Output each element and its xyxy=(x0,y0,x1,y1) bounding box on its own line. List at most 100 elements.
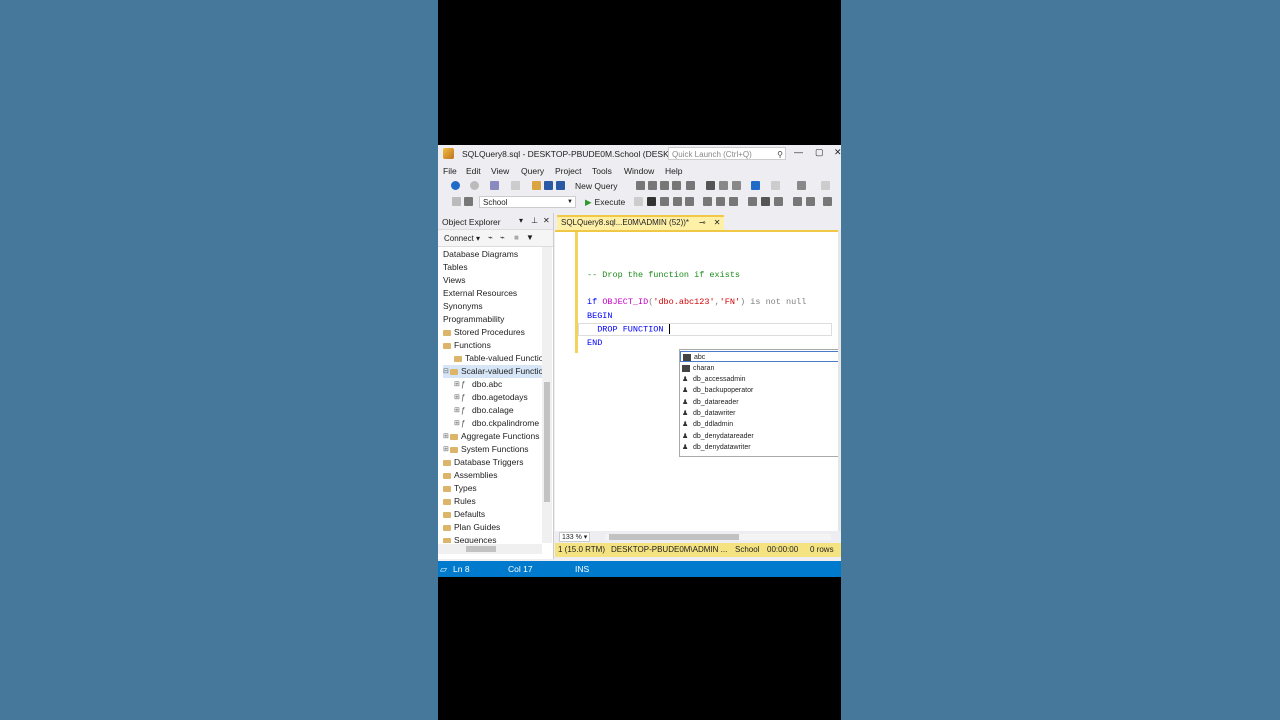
menu-edit[interactable]: Edit xyxy=(466,166,481,176)
intellisense-icon[interactable] xyxy=(685,197,694,206)
menu-tools[interactable]: Tools xyxy=(592,166,612,176)
save-all-icon[interactable] xyxy=(556,181,565,190)
toolbar-options-icon[interactable] xyxy=(821,181,830,190)
completion-item[interactable]: ♟ db_datawriter xyxy=(680,408,841,419)
tab-close-icon[interactable]: ✕ xyxy=(714,218,721,227)
parse-icon[interactable] xyxy=(647,197,656,206)
uncomment-icon[interactable] xyxy=(806,197,815,206)
disconnect-icon[interactable]: ⌁ xyxy=(500,233,505,242)
dax-query-icon[interactable] xyxy=(686,181,695,190)
stop-icon[interactable]: ■ xyxy=(514,233,519,242)
mdx-query-icon[interactable] xyxy=(648,181,657,190)
editor-vscrollbar[interactable] xyxy=(838,230,841,531)
menu-help[interactable]: Help xyxy=(665,166,682,176)
object-explorer-vscrollbar[interactable] xyxy=(542,247,552,543)
zoom-select[interactable]: 133 % ▾ xyxy=(559,532,591,542)
menu-window[interactable]: Window xyxy=(624,166,654,176)
connect-icon[interactable]: ⌁ xyxy=(488,233,493,242)
back-icon[interactable] xyxy=(451,181,460,190)
tree-node[interactable]: Database Diagrams xyxy=(443,248,518,261)
completion-item[interactable]: abc xyxy=(680,351,841,362)
collapse-icon[interactable]: ⊟ xyxy=(443,365,450,378)
tree-node-stored-procedures[interactable]: Stored Procedures xyxy=(443,326,525,339)
panel-dropdown-icon[interactable]: ▾ xyxy=(519,216,523,225)
tree-node-aggregate[interactable]: ⊞ Aggregate Functions xyxy=(443,430,539,443)
tree-node[interactable]: Defaults xyxy=(443,508,485,521)
tree-node[interactable]: Programmability xyxy=(443,313,504,326)
tree-node-functions[interactable]: Functions xyxy=(443,339,491,352)
editor-hscrollbar[interactable] xyxy=(605,534,831,540)
tree-node[interactable]: Sequences xyxy=(443,534,497,543)
live-stats-icon[interactable] xyxy=(716,197,725,206)
completion-item[interactable]: ♟ db_backupoperator xyxy=(680,385,841,396)
quick-launch-input[interactable]: Quick Launch (Ctrl+Q) ⚲ xyxy=(668,147,786,160)
tree-node[interactable]: External Resources xyxy=(443,287,517,300)
tree-node-scalar-valued[interactable]: ⊟ Scalar-valued Functio xyxy=(443,365,542,378)
tab-pin-icon[interactable]: ⊸ xyxy=(699,218,706,227)
expand-icon[interactable]: ⊞ xyxy=(454,391,461,404)
tree-node[interactable]: Tables xyxy=(443,261,468,274)
query-options-icon[interactable] xyxy=(673,197,682,206)
expand-icon[interactable]: ⊞ xyxy=(454,404,461,417)
include-plan-icon[interactable] xyxy=(703,197,712,206)
open-file-icon[interactable] xyxy=(532,181,541,190)
expand-icon[interactable]: ⊞ xyxy=(443,430,450,443)
panel-close-icon[interactable]: ✕ xyxy=(543,216,550,225)
add-item-icon[interactable] xyxy=(511,181,520,190)
cancel-query-icon[interactable] xyxy=(634,197,643,206)
tree-node-function[interactable]: ⊞ƒ dbo.agetodays xyxy=(454,391,528,404)
xmla-query-icon[interactable] xyxy=(672,181,681,190)
undo-icon[interactable] xyxy=(751,181,760,190)
forward-icon[interactable] xyxy=(470,181,479,190)
results-to-file-icon[interactable] xyxy=(774,197,783,206)
tree-node-system-functions[interactable]: ⊞ System Functions xyxy=(443,443,529,456)
scroll-thumb[interactable] xyxy=(544,382,550,502)
execute-button[interactable]: ▶ Execute xyxy=(585,197,625,208)
cut-icon[interactable] xyxy=(706,181,715,190)
maximize-button[interactable]: ▢ xyxy=(815,147,824,158)
menu-file[interactable]: File xyxy=(443,166,457,176)
scroll-thumb[interactable] xyxy=(466,546,496,552)
client-stats-icon[interactable] xyxy=(729,197,738,206)
menu-project[interactable]: Project xyxy=(555,166,581,176)
query-editor[interactable]: -- Drop the function if exists if OBJECT… xyxy=(555,230,841,533)
expand-icon[interactable]: ⊞ xyxy=(454,417,461,430)
scroll-thumb[interactable] xyxy=(609,534,739,540)
pin-icon[interactable]: ⊥ xyxy=(531,216,538,225)
tree-node-table-valued[interactable]: Table-valued Functio xyxy=(454,352,542,365)
indent-icon[interactable] xyxy=(823,197,832,206)
db-query-icon[interactable] xyxy=(636,181,645,190)
completion-item[interactable]: ♟ db_denydatareader xyxy=(680,431,841,442)
minimize-button[interactable]: — xyxy=(794,147,803,157)
object-explorer-hscrollbar[interactable] xyxy=(438,544,542,554)
database-select[interactable]: School ▼ xyxy=(479,196,576,208)
connect-button[interactable]: Connect ▾ xyxy=(444,234,480,243)
close-button[interactable]: ✕ xyxy=(834,147,841,158)
paste-icon[interactable] xyxy=(732,181,741,190)
results-to-grid-icon[interactable] xyxy=(761,197,770,206)
copy-icon[interactable] xyxy=(719,181,728,190)
completion-item[interactable]: ♟ db_denydatawriter xyxy=(680,442,841,453)
tree-node[interactable]: Assemblies xyxy=(443,469,497,482)
tab-sqlquery8[interactable]: SQLQuery8.sql...E0M\ADMIN (52))* ⊸ ✕ xyxy=(557,215,725,230)
tree-node[interactable]: Types xyxy=(443,482,477,495)
comment-icon[interactable] xyxy=(793,197,802,206)
save-icon[interactable] xyxy=(544,181,553,190)
menu-view[interactable]: View xyxy=(491,166,509,176)
results-to-text-icon[interactable] xyxy=(748,197,757,206)
new-query-button[interactable]: New Query xyxy=(575,181,618,191)
display-plan-icon[interactable] xyxy=(660,197,669,206)
change-connection-icon[interactable] xyxy=(464,197,473,206)
completion-item[interactable]: charan xyxy=(680,363,841,374)
expand-icon[interactable]: ⊞ xyxy=(443,443,450,456)
tree-node[interactable]: Database Triggers xyxy=(443,456,523,469)
tree-node-function[interactable]: ⊞ƒ dbo.ckpalindrome xyxy=(454,417,539,430)
tree-node-function[interactable]: ⊞ƒ dbo.abc xyxy=(454,378,502,391)
completion-item[interactable]: ♟ db_ddladmin xyxy=(680,419,841,430)
completion-item[interactable]: ♟ db_accessadmin xyxy=(680,374,841,385)
expand-icon[interactable]: ⊞ xyxy=(454,378,461,391)
completion-item[interactable]: ♟ db_datareader xyxy=(680,397,841,408)
available-db-icon[interactable] xyxy=(452,197,461,206)
tree-node[interactable]: Rules xyxy=(443,495,476,508)
tree-node[interactable]: Synonyms xyxy=(443,300,483,313)
